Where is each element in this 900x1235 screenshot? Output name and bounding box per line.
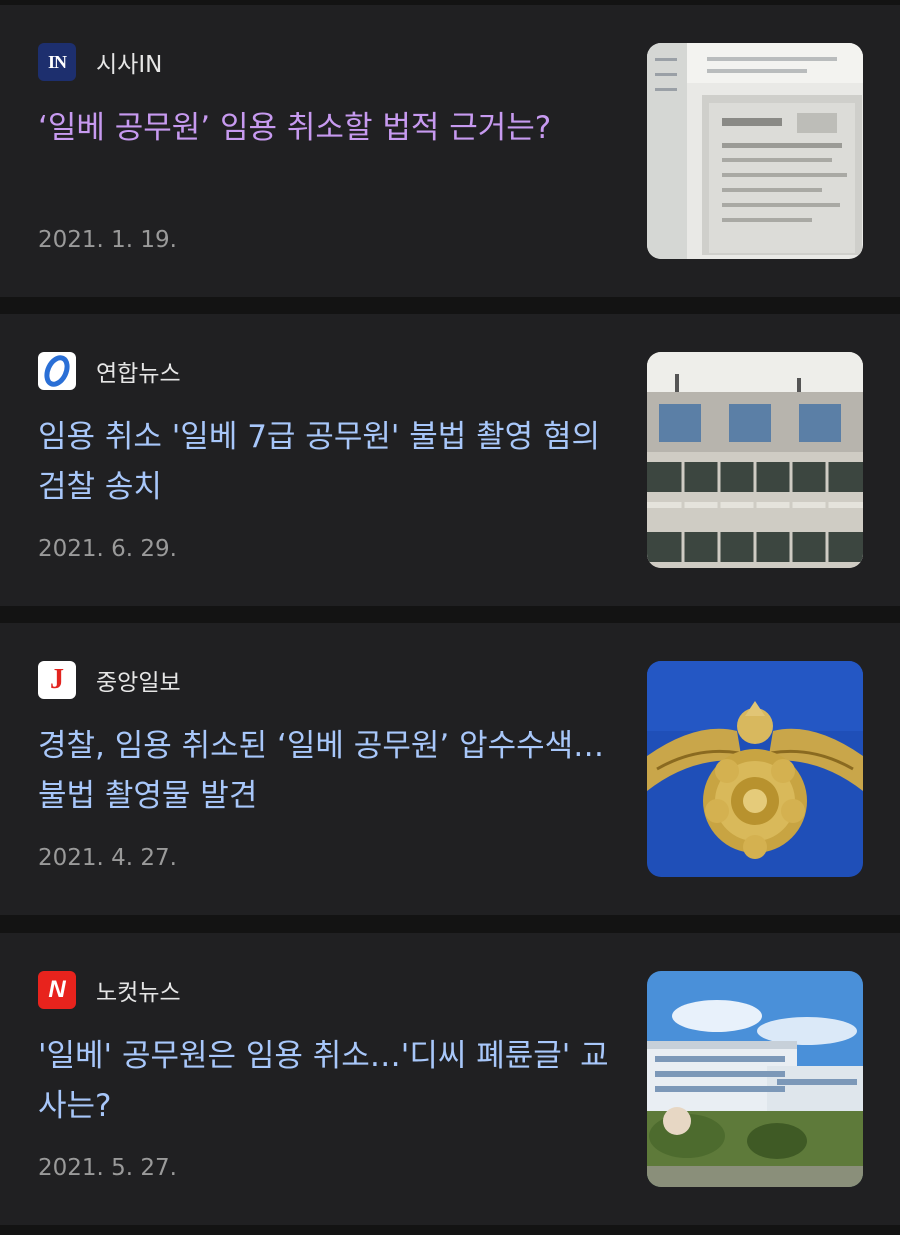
- headline-link[interactable]: 경찰, 임용 취소된 ‘일베 공무원’ 압수수색…불법 촬영물 발견: [38, 721, 618, 821]
- source-name: 노컷뉴스: [96, 980, 181, 1006]
- headline-link[interactable]: ‘일베 공무원’ 임용 취소할 법적 근거는?: [38, 103, 618, 153]
- publish-date: 2021. 6. 29.: [38, 536, 177, 562]
- thumbnail-image[interactable]: [647, 352, 863, 568]
- headline-link[interactable]: '일베' 공무원은 임용 취소…'디씨 폐륜글' 교사는?: [38, 1031, 618, 1131]
- thumbnail-image[interactable]: [647, 971, 863, 1187]
- news-source: N 노컷뉴스: [38, 971, 181, 1009]
- sisain-logo-icon: IN: [38, 43, 76, 81]
- news-feed: IN 시사IN ‘일베 공무원’ 임용 취소할 법적 근거는? 2021. 1.…: [0, 0, 900, 1235]
- news-source: IN 시사IN: [38, 43, 162, 81]
- publish-date: 2021. 4. 27.: [38, 845, 177, 871]
- joongang-logo-icon: J: [38, 661, 76, 699]
- government-building-image: [647, 971, 863, 1187]
- news-source: 연합뉴스: [38, 352, 181, 390]
- nocut-logo-icon: N: [38, 971, 76, 1009]
- source-name: 연합뉴스: [96, 361, 181, 387]
- news-card[interactable]: N 노컷뉴스 '일베' 공무원은 임용 취소…'디씨 폐륜글' 교사는? 202…: [0, 933, 900, 1225]
- publish-date: 2021. 1. 19.: [38, 227, 177, 253]
- document-photo-image: [647, 43, 863, 259]
- yonhap-logo-icon: [38, 352, 76, 390]
- publish-date: 2021. 5. 27.: [38, 1155, 177, 1181]
- police-building-image: [647, 352, 863, 568]
- source-name: 시사IN: [96, 52, 163, 78]
- source-name: 중앙일보: [96, 670, 181, 696]
- thumbnail-image[interactable]: [647, 661, 863, 877]
- news-card[interactable]: 연합뉴스 임용 취소 '일베 7급 공무원' 불법 촬영 혐의 검찰 송치 20…: [0, 314, 900, 606]
- news-card[interactable]: J 중앙일보 경찰, 임용 취소된 ‘일베 공무원’ 압수수색…불법 촬영물 발…: [0, 623, 900, 915]
- news-card[interactable]: IN 시사IN ‘일베 공무원’ 임용 취소할 법적 근거는? 2021. 1.…: [0, 5, 900, 297]
- news-source: J 중앙일보: [38, 661, 181, 699]
- headline-link[interactable]: 임용 취소 '일베 7급 공무원' 불법 촬영 혐의 검찰 송치: [38, 412, 618, 512]
- thumbnail-image[interactable]: [647, 43, 863, 259]
- police-emblem-image: [647, 661, 863, 877]
